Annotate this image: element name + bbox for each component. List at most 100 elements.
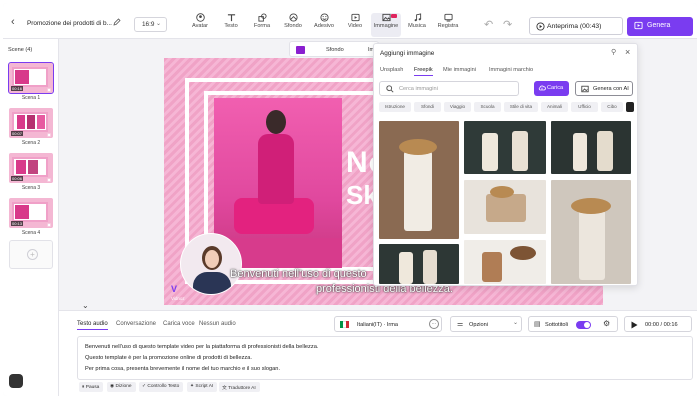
tool-background-label: Sfondo [284,23,302,29]
subtitles-label: Sottotitoli [545,322,569,328]
category-chip[interactable]: Animali [541,102,568,112]
image-result[interactable] [464,121,546,174]
tab-freepik[interactable]: Freepik [414,67,433,76]
image-icon [381,13,391,22]
tool-music[interactable]: Musica [402,13,432,37]
record-icon [443,13,453,22]
scene-label: Scena 3 [21,185,41,191]
thumb-photo [16,160,26,174]
close-icon[interactable]: × [625,47,630,57]
category-chip[interactable]: Scuola [474,102,501,112]
subtitle-line[interactable]: Benvenuti nell'uso di questo [230,268,367,280]
more-icon[interactable]: ⋯ [429,319,439,329]
avatar-icon [195,13,205,22]
pin-icon[interactable]: ⚲ [611,48,616,56]
check-text-button[interactable]: ✓ Controllo Testo [139,382,184,392]
options-select[interactable]: ⚌ Opzioni ⌄ [450,316,522,332]
image-result[interactable] [379,244,459,284]
avatar-figure [205,250,219,268]
voice-select[interactable]: Italiani(IT) · Irma ⋯ [334,316,442,332]
chevron-down-icon[interactable]: ⌄ [82,301,89,310]
pencil-icon[interactable] [113,18,121,26]
generate-ai-label: Genera con AI [593,86,629,92]
project-title[interactable]: Promozione dei prodotti di b... [27,20,112,27]
photo-figure [482,252,502,282]
scene-thumbnail[interactable]: 00:13 ▣ [9,198,53,228]
chat-icon[interactable] [9,374,23,388]
dictation-button[interactable]: ◉ Dizione [107,382,136,392]
gear-icon[interactable]: ⚙ [603,319,610,328]
tab-brand-images[interactable]: Immagini marchio [489,67,533,73]
panel-title: Aggiungi immagine [380,50,435,57]
play-circle-icon [536,22,545,31]
generate-label: Genera [647,22,671,29]
script-ai-button[interactable]: ✦ Script AI [187,382,218,392]
audio-panel: Testo audio Conversazione Carica voce Ne… [59,310,697,396]
text-icon [227,14,235,22]
tab-upload-voice[interactable]: Carica voce [163,321,195,327]
video-generate-icon [634,21,643,30]
avatar[interactable] [180,233,242,295]
time-label: 00:00 / 00:16 [645,322,678,328]
preview-button[interactable]: Anteprima (00:43) [529,17,623,35]
background-option[interactable]: Sfondo [326,47,344,53]
tool-record-label: Registra [437,23,459,29]
tool-sticker[interactable]: Adesivo [309,13,339,37]
photo-figure [571,198,611,214]
tool-text[interactable]: Testo [216,13,246,37]
add-scene-button[interactable]: + [9,240,53,269]
category-chip[interactable] [626,102,634,112]
category-chip[interactable]: Stile di vita [504,102,538,112]
scene-thumbnail[interactable]: 00:16 ▣ [8,62,54,94]
translate-button[interactable]: 文 Traduttore AI [219,382,260,392]
tool-background[interactable]: Sfondo [278,13,308,37]
check-text-icon: ✓ [142,384,147,389]
pause-button[interactable]: ⏸ Pausa [79,382,104,392]
search-input[interactable]: Cerca immagini [379,81,519,96]
upload-label: Carica [547,85,564,91]
tab-unsplash[interactable]: Unsplash [380,67,403,73]
scene-duration: 00:16 [11,86,24,91]
tool-avatar[interactable]: Avatar [185,13,215,37]
category-chip[interactable]: Ufficio [571,102,598,112]
tool-video-label: Video [347,23,363,29]
tab-conversation[interactable]: Conversazione [116,321,156,327]
image-result[interactable] [464,180,546,234]
check-text-label: Controllo Testo [147,384,180,389]
tab-my-images[interactable]: Mie immagini [443,67,476,73]
tool-record[interactable]: Registra [433,13,463,37]
image-result[interactable] [551,121,631,174]
tab-no-audio[interactable]: Nessun audio [199,321,236,327]
image-result[interactable] [379,121,459,239]
tool-video[interactable]: Video [340,13,370,37]
subtitles-toggle[interactable] [576,321,591,329]
image-result[interactable] [551,180,631,284]
chevron-left-icon[interactable]: ‹ [11,16,15,28]
photo-figure [573,133,587,171]
translate-icon: 文 [222,386,227,391]
category-chip[interactable]: Cibo [601,102,623,112]
upload-button[interactable]: Carica [534,81,569,96]
scene-thumbnail[interactable]: 00:06 ▣ [9,153,53,183]
play-icon[interactable] [631,321,638,329]
generate-ai-button[interactable]: Genera con AI [575,81,633,96]
color-swatch[interactable] [296,46,305,54]
generate-button[interactable]: Genera [627,17,693,36]
audio-player[interactable]: 00:00 / 00:16 [624,316,692,332]
category-chip[interactable]: Sfondi [414,102,441,112]
photo-figure [597,131,613,171]
scene-thumbnail[interactable]: 00:07 ▣ [9,108,53,138]
script-editor[interactable]: Benvenuti nell'uso di questo template vi… [77,336,693,380]
category-chip[interactable]: Istruzione [379,102,411,112]
redo-icon[interactable]: ↷ [503,18,512,31]
image-result[interactable] [464,240,546,284]
tab-text-audio[interactable]: Testo audio [77,321,108,330]
category-chip[interactable]: Viaggio [444,102,471,112]
voice-label: Italiani(IT) · Irma [357,322,399,328]
aspect-ratio-select[interactable]: 16:9 ⌄ [134,17,167,32]
add-image-panel: Aggiungi immagine ⚲ × Unsplash Freepik M… [373,43,638,286]
undo-icon[interactable]: ↶ [484,18,493,31]
aspect-ratio-value: 16:9 [142,21,155,28]
tool-image[interactable]: Immagine [371,13,401,37]
tool-shape[interactable]: Forma [247,13,277,37]
